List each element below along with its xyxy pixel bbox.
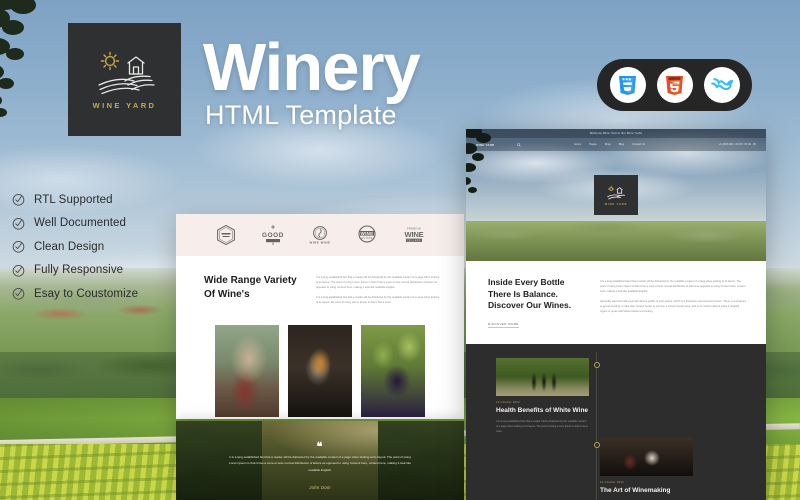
- paragraph: Generally used and still used with decen…: [600, 300, 747, 314]
- wine-stamp-logo: WINE ESTATE: [358, 225, 376, 243]
- check-circle-icon: [12, 264, 25, 277]
- heading-line-3: Discover Our Wines.: [488, 300, 572, 311]
- heading-line-2: There Is Balance.: [488, 288, 558, 299]
- nav-link-home[interactable]: Home: [574, 143, 581, 146]
- list-item: Well Documented: [12, 212, 138, 236]
- hero-logo-wordmark: WINE YARD: [604, 202, 628, 206]
- svg-text:WINE WINE: WINE WINE: [309, 240, 330, 244]
- feature-list: RTL Supported Well Documented Clean Desi…: [12, 188, 138, 306]
- feature-label: Clean Design: [34, 240, 105, 253]
- heading-line-2: Of Wine's: [204, 288, 250, 300]
- page-title: Winery: [203, 30, 421, 105]
- list-item: Esay to Coustomize: [12, 282, 138, 306]
- hero-logo-badge: WINE YARD: [594, 175, 638, 215]
- feature-label: Fully Responsive: [34, 264, 124, 277]
- nav-phone[interactable]: +1 (000) 000 - 00 00 / 00 00 - 00: [719, 143, 756, 146]
- woman-drinking-wine-photo[interactable]: [215, 324, 279, 417]
- intro-heading-block: Inside Every Bottle There Is Balance. Di…: [488, 277, 584, 330]
- paragraph: It is a long established fact that a rea…: [600, 280, 746, 294]
- timeline-connector: [593, 352, 600, 500]
- middle-mockup-panel[interactable]: GOOD WINE WINE WINE ESTATE PREMIUM WINE …: [176, 214, 464, 419]
- image-gallery: [176, 324, 464, 417]
- nav-link-contact[interactable]: Contact Us: [632, 143, 645, 146]
- heading-line-1: Inside Every Bottle: [488, 277, 565, 287]
- blog-date: 21 October 2022: [496, 401, 520, 405]
- website-intro-section: Inside Every Bottle There Is Balance. Di…: [466, 261, 766, 345]
- html5-icon: [666, 75, 683, 95]
- quotation-mark-icon: ❝: [316, 441, 324, 453]
- blog-date: 21 October 2022: [600, 481, 624, 485]
- testimonial-quote: It is a long established fact that a rea…: [229, 455, 411, 472]
- list-item: Clean Design: [12, 235, 138, 259]
- hand-holding-wine-glass-photo[interactable]: [288, 324, 352, 417]
- wine-block-logo: PREMIUM WINE CELLARS: [405, 227, 424, 242]
- svg-text:WINE: WINE: [405, 230, 424, 239]
- website-hero: Welcome Wine Yard to Our Wine Yards WINE…: [466, 129, 766, 261]
- testimonial-mockup-panel[interactable]: ❝ It is a long established fact that a r…: [176, 421, 464, 500]
- brand-logo-strip: GOOD WINE WINE WINE ESTATE PREMIUM WINE …: [176, 214, 464, 256]
- nav-links: Home Pages Shop Blog Contact Us: [574, 143, 644, 146]
- svg-text:WINE: WINE: [361, 231, 374, 236]
- wine-bottles-in-vineyard-photo: [496, 358, 589, 397]
- good-wine-logo: GOOD: [262, 225, 284, 245]
- svg-text:ESTATE: ESTATE: [361, 237, 372, 240]
- blog-card[interactable]: 21 October 2022 The Art of Winemaking: [600, 438, 693, 499]
- grapes-on-vine-photo[interactable]: [361, 324, 425, 417]
- website-navbar: WINE YARD Home Pages Shop Blog Contact U…: [466, 138, 766, 151]
- check-circle-icon: [12, 241, 25, 253]
- intro-paragraphs: It is a long established fact that a rea…: [600, 277, 746, 330]
- hexagon-badge-logo: [216, 224, 235, 246]
- css3-icon: [619, 75, 636, 95]
- feature-label: Well Documented: [34, 217, 127, 230]
- logo-wordmark: WINE YARD: [92, 100, 157, 110]
- section-paragraphs: It is a long established fact that a rea…: [316, 274, 442, 311]
- nav-link-shop[interactable]: Shop: [605, 143, 611, 146]
- search-icon[interactable]: [517, 142, 522, 147]
- list-item: RTL Supported: [12, 188, 138, 212]
- website-blog-section: 21 October 2022 Health Benefits of White…: [466, 344, 766, 500]
- right-mockup-panel[interactable]: Welcome Wine Yard to Our Wine Yards WINE…: [466, 129, 766, 500]
- check-circle-icon: [12, 194, 25, 206]
- middle-panel-body: Wide Range Variety Of Wine's It is a lon…: [176, 256, 464, 311]
- nav-logo[interactable]: WINE YARD: [476, 143, 494, 147]
- paragraph: It is a long established fact that a rea…: [316, 276, 440, 289]
- blog-card[interactable]: 21 October 2022 Health Benefits of White…: [496, 358, 589, 434]
- website-topbar: Welcome Wine Yard to Our Wine Yards: [466, 129, 766, 138]
- tailwind-icon: [710, 78, 733, 91]
- heading-line-1: Wide Range Variety: [204, 275, 297, 286]
- wine-circle-logo: WINE WINE: [309, 226, 330, 244]
- tech-badge-bar: [597, 59, 752, 111]
- blog-excerpt: It is a long established fact that a rea…: [496, 420, 588, 434]
- hero-landscape: [466, 221, 766, 261]
- nav-link-pages[interactable]: Pages: [589, 143, 596, 146]
- nav-link-blog[interactable]: Blog: [619, 143, 624, 146]
- timeline-dot: [593, 442, 600, 449]
- check-circle-icon: [12, 217, 25, 230]
- blog-title[interactable]: The Art of Winemaking: [600, 487, 693, 495]
- wine-yard-logo-box: WINE YARD: [68, 23, 181, 136]
- css3-badge: [609, 67, 646, 103]
- section-heading: Wide Range Variety Of Wine's: [204, 274, 300, 311]
- sun-barn-field-icon: [97, 51, 155, 94]
- blog-title[interactable]: Health Benefits of White Wine: [496, 407, 589, 415]
- html5-badge: [656, 67, 693, 103]
- svg-text:GOOD: GOOD: [262, 232, 284, 239]
- discover-more-link[interactable]: DISCOVER MORE: [488, 322, 519, 329]
- feature-label: Esay to Coustomize: [34, 287, 139, 300]
- section-heading: Inside Every Bottle There Is Balance. Di…: [488, 277, 584, 312]
- testimonial-author: John Dom: [309, 485, 331, 490]
- sun-barn-field-icon: [607, 185, 626, 199]
- paragraph: It is a long established fact that a rea…: [316, 295, 440, 304]
- svg-text:CELLARS: CELLARS: [407, 239, 421, 242]
- topbar-text: Welcome Wine Yard to Our Wine Yards: [589, 132, 643, 135]
- feature-label: RTL Supported: [34, 193, 113, 206]
- tailwind-badge: [703, 67, 740, 103]
- list-item: Fully Responsive: [12, 259, 138, 283]
- timeline-dot: [593, 362, 600, 369]
- pouring-wine-photo: [600, 438, 693, 477]
- check-circle-icon: [12, 288, 25, 300]
- page-subtitle: HTML Template: [205, 100, 397, 130]
